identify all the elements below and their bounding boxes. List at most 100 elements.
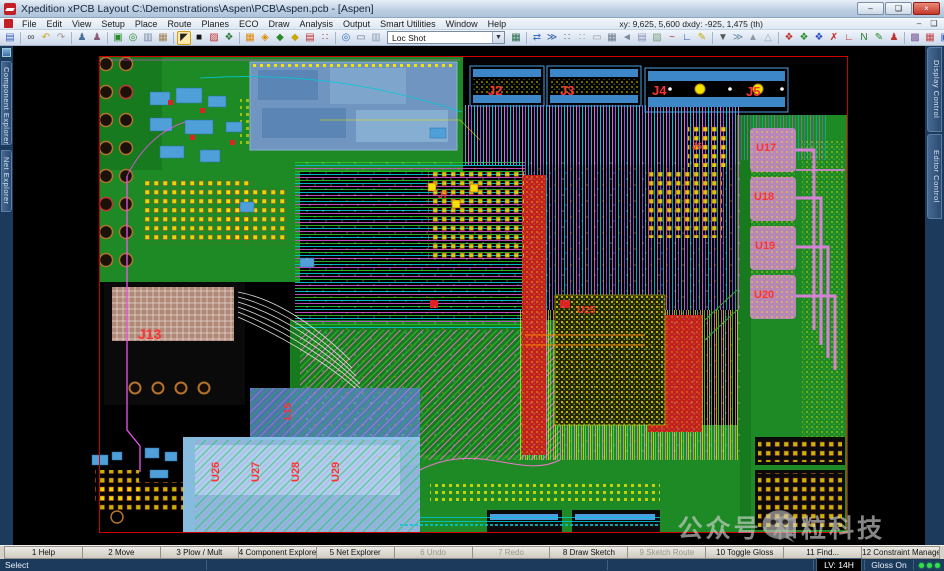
hatch-plane-icon[interactable]: ▨: [207, 31, 221, 45]
redo-icon[interactable]: ↷: [54, 31, 68, 45]
copy-view-icon[interactable]: ▣: [938, 31, 944, 45]
find-icon[interactable]: ∞: [24, 31, 38, 45]
minimize-button[interactable]: –: [857, 2, 884, 15]
drc-check-icon[interactable]: ◈: [258, 31, 272, 45]
toolbar-separator: [107, 32, 108, 44]
display-colors-icon[interactable]: ▦: [509, 31, 523, 45]
arc-route-icon[interactable]: ~: [665, 31, 679, 45]
dropdown-icon[interactable]: ▼: [716, 31, 730, 45]
menu-file[interactable]: File: [17, 18, 42, 30]
chevron-down-icon[interactable]: ▼: [492, 32, 504, 43]
tab-editor-control[interactable]: Editor Control: [927, 134, 942, 219]
grid-red-icon[interactable]: ▦: [923, 31, 937, 45]
menu-setup[interactable]: Setup: [96, 18, 130, 30]
place-rect-icon[interactable]: ▭: [590, 31, 604, 45]
fkey-2-move[interactable]: 2 Move: [82, 546, 160, 559]
assign-icon[interactable]: ♟: [887, 31, 901, 45]
align-red-icon[interactable]: ❖: [782, 31, 796, 45]
zoom-in-icon[interactable]: ◎: [339, 31, 353, 45]
menu-smart-utilities[interactable]: Smart Utilities: [375, 18, 441, 30]
align-green-icon[interactable]: ❖: [797, 31, 811, 45]
tri-up-icon[interactable]: ▲: [746, 31, 760, 45]
table-icon[interactable]: ▦: [605, 31, 619, 45]
svg-text:L15: L15: [283, 402, 294, 420]
fkey-3-plow-mult[interactable]: 3 Plow / Mult: [160, 546, 238, 559]
via-grid-icon[interactable]: ∷: [560, 31, 574, 45]
toolbar-separator: [20, 32, 21, 44]
open-board-icon[interactable]: ▣: [111, 31, 125, 45]
align-blue-icon[interactable]: ❖: [812, 31, 826, 45]
mdi-restore-button[interactable]: ❑: [928, 18, 940, 29]
fkey-12-constraint-manager[interactable]: 12 Constraint Manager...: [861, 546, 940, 559]
toolbar-separator: [239, 32, 240, 44]
corner-icon[interactable]: ∟: [680, 31, 694, 45]
fkey-10-toggle-gloss[interactable]: 10 Toggle Gloss: [705, 546, 783, 559]
plow-icon[interactable]: ❖: [222, 31, 236, 45]
menu-route[interactable]: Route: [162, 18, 196, 30]
svg-text:J13: J13: [138, 326, 162, 342]
pen-green-icon[interactable]: ✎: [872, 31, 886, 45]
fkey-1-help[interactable]: 1 Help: [4, 546, 82, 559]
hatch-b-icon[interactable]: ▤: [635, 31, 649, 45]
fkey-5-net-explorer[interactable]: 5 Net Explorer: [316, 546, 394, 559]
select-arrow-icon[interactable]: ◤: [177, 31, 191, 45]
menu-analysis[interactable]: Analysis: [295, 18, 339, 30]
maximize-button[interactable]: ❑: [885, 2, 912, 15]
fkey-8-draw-sketch[interactable]: 8 Draw Sketch: [549, 546, 627, 559]
menu-draw[interactable]: Draw: [264, 18, 295, 30]
back-icon[interactable]: ◄: [620, 31, 634, 45]
module-top-left: [250, 62, 457, 150]
svg-text:J5: J5: [746, 84, 760, 99]
menu-eco[interactable]: ECO: [234, 18, 264, 30]
menu-view[interactable]: View: [67, 18, 96, 30]
notes-icon[interactable]: ∷: [318, 31, 332, 45]
net-icon[interactable]: N: [857, 31, 871, 45]
tab-display-control[interactable]: Display Control: [927, 47, 942, 132]
delete-icon[interactable]: ✗: [827, 31, 841, 45]
board-view-icon[interactable]: ■: [192, 31, 206, 45]
route-icon[interactable]: ≫: [545, 31, 559, 45]
origin-icon[interactable]: ◎: [126, 31, 140, 45]
status-led: [919, 563, 924, 568]
view-all-icon[interactable]: ▥: [369, 31, 383, 45]
cursor-coordinates-readout: xy: 9,625, 5,600 dxdy: -925, 1,475 (th): [619, 19, 763, 29]
fkey-4-component-explorer[interactable]: 4 Component Explorer: [238, 546, 316, 559]
menu-place[interactable]: Place: [130, 18, 163, 30]
window-tile-icon[interactable]: ▦: [156, 31, 170, 45]
tab-component-explorer[interactable]: Component Explorer: [1, 61, 12, 145]
measure-icon[interactable]: ▤: [303, 31, 317, 45]
diamond-green-icon[interactable]: ◆: [273, 31, 287, 45]
application-window: Xpedition xPCB Layout C:\Demonstrations\…: [0, 0, 944, 571]
menu-window[interactable]: Window: [441, 18, 483, 30]
session-icon[interactable]: ♟: [75, 31, 89, 45]
hatch-g-icon[interactable]: ▧: [650, 31, 664, 45]
dots-icon[interactable]: ∷: [575, 31, 589, 45]
window-cascade-icon[interactable]: ▥: [141, 31, 155, 45]
grid-setup-icon[interactable]: ▦: [243, 31, 257, 45]
swap-icon[interactable]: ▩: [908, 31, 922, 45]
tab-net-explorer[interactable]: Net Explorer: [1, 150, 12, 212]
mdi-minimize-button[interactable]: –: [913, 18, 925, 29]
pcb-canvas-svg[interactable]: J2 J3 J4 J5 J6 J7 J13 L15 U25 U26 U27 U2…: [13, 46, 925, 545]
undo-icon[interactable]: ↶: [39, 31, 53, 45]
layer-scheme-combo[interactable]: Loc Shot▼: [387, 31, 505, 44]
menu-edit[interactable]: Edit: [42, 18, 68, 30]
status-active-layer: LV: 14H: [816, 558, 862, 571]
menu-planes[interactable]: Planes: [196, 18, 234, 30]
diamond-yellow-icon[interactable]: ◆: [288, 31, 302, 45]
menu-help[interactable]: Help: [483, 18, 512, 30]
save-icon[interactable]: ▤: [3, 31, 17, 45]
svg-text:J6: J6: [692, 141, 702, 151]
pan-icon[interactable]: ⇄: [530, 31, 544, 45]
corner-red-icon[interactable]: ∟: [842, 31, 856, 45]
fkey-9-sketch-route: 9 Sketch Route: [627, 546, 705, 559]
close-button[interactable]: ×: [913, 2, 940, 15]
skip-icon[interactable]: ≫: [731, 31, 745, 45]
left-dock-strip: Component Explorer Net Explorer: [0, 46, 13, 545]
pencil-icon[interactable]: ✎: [695, 31, 709, 45]
zoom-window-icon[interactable]: ▭: [354, 31, 368, 45]
keys-icon[interactable]: ♟: [90, 31, 104, 45]
pcb-design-canvas[interactable]: J2 J3 J4 J5 J6 J7 J13 L15 U25 U26 U27 U2…: [13, 46, 925, 545]
menu-output[interactable]: Output: [338, 18, 375, 30]
tri-down-icon[interactable]: △: [761, 31, 775, 45]
